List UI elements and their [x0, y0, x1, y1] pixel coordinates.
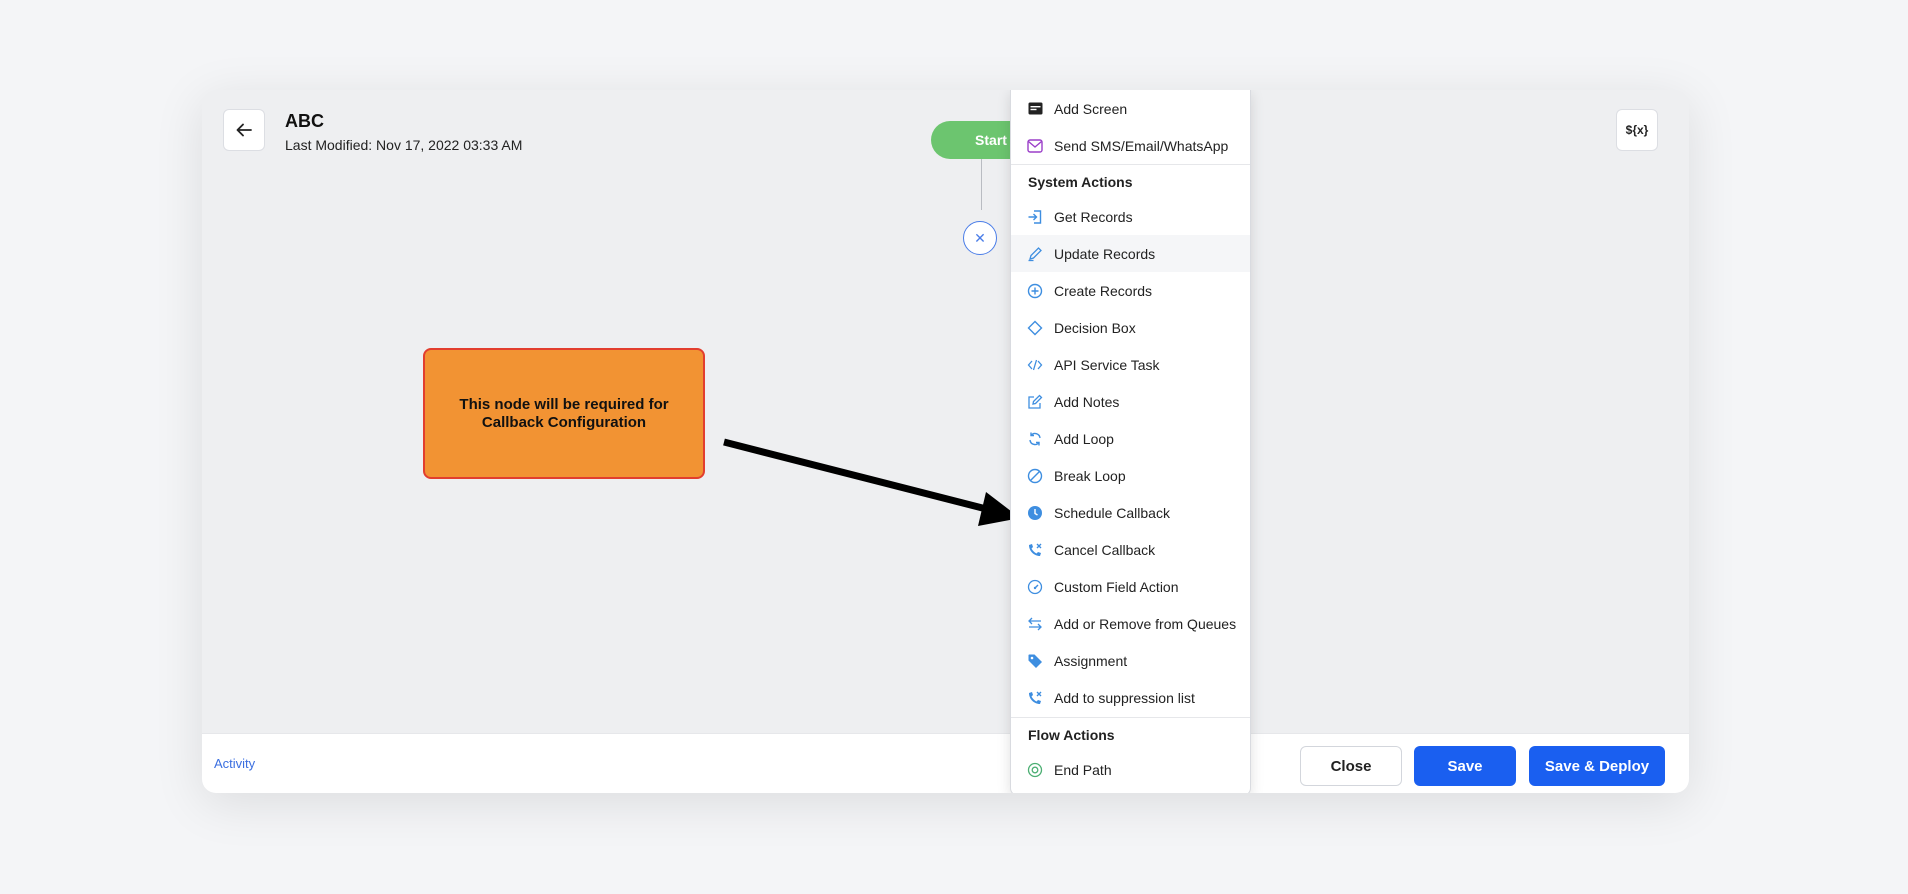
note-icon: [1027, 394, 1043, 410]
save-button[interactable]: Save: [1414, 746, 1516, 786]
loop-icon: [1027, 431, 1043, 447]
menu-item-label: Add Notes: [1054, 393, 1120, 410]
menu-item-label: Decision Box: [1054, 319, 1136, 336]
menu-item-decision-box[interactable]: Decision Box: [1011, 309, 1250, 346]
menu-item-label: Create Records: [1054, 282, 1153, 299]
menu-item-label: Update Records: [1054, 245, 1156, 262]
login-icon: [1027, 209, 1043, 225]
annotation-arrow-icon: [723, 438, 1020, 526]
swap-icon: [1027, 616, 1043, 632]
menu-divider: [1011, 164, 1250, 165]
menu-item-update-records[interactable]: Update Records: [1011, 235, 1250, 272]
menu-item-schedule-callback[interactable]: Schedule Callback: [1011, 494, 1250, 531]
system-actions-heading: System Actions: [1028, 174, 1133, 190]
menu-item-label: Add or Remove from Queues: [1054, 615, 1237, 632]
tag-icon: [1027, 653, 1043, 669]
diamond-icon: [1027, 320, 1043, 336]
menu-item-label: Get Records: [1054, 208, 1133, 225]
clock-icon: [1027, 505, 1043, 521]
menu-item-end-path[interactable]: End Path: [1011, 751, 1250, 788]
menu-divider: [1011, 717, 1250, 718]
menu-item-label: Cancel Callback: [1054, 541, 1156, 558]
end-circle-icon: [1027, 762, 1043, 778]
ban-icon: [1027, 468, 1043, 484]
add-node-menu: Add Screen Send SMS/Email/WhatsApp Syste…: [1010, 90, 1251, 793]
phone-cancel-icon: [1027, 690, 1043, 706]
menu-item-label: Add Loop: [1054, 430, 1114, 447]
menu-item-cancel-callback[interactable]: Cancel Callback: [1011, 531, 1250, 568]
menu-item-label: Break Loop: [1054, 467, 1126, 484]
menu-item-add-screen[interactable]: Add Screen: [1011, 90, 1250, 127]
menu-item-label: Assignment: [1054, 652, 1128, 669]
menu-item-add-loop[interactable]: Add Loop: [1011, 420, 1250, 457]
code-icon: [1027, 357, 1043, 373]
menu-item-custom-field-action[interactable]: Custom Field Action: [1011, 568, 1250, 605]
flow-actions-heading: Flow Actions: [1028, 727, 1115, 743]
menu-item-break-loop[interactable]: Break Loop: [1011, 457, 1250, 494]
menu-item-label: End Path: [1054, 761, 1112, 778]
menu-item-label: Add Screen: [1054, 100, 1128, 117]
menu-item-add-remove-queues[interactable]: Add or Remove from Queues: [1011, 605, 1250, 642]
footer-bar: Activity Close Save Save & Deploy: [202, 733, 1689, 793]
menu-item-get-records[interactable]: Get Records: [1011, 198, 1250, 235]
screen-icon: [1027, 101, 1043, 117]
menu-item-assignment[interactable]: Assignment: [1011, 642, 1250, 679]
menu-item-label: Custom Field Action: [1054, 578, 1179, 595]
menu-item-label: Schedule Callback: [1054, 504, 1170, 521]
menu-item-label: Add to suppression list: [1054, 689, 1195, 706]
plus-circle-icon: [1027, 283, 1043, 299]
message-icon: [1027, 138, 1043, 154]
gauge-icon: [1027, 579, 1043, 595]
menu-item-add-notes[interactable]: Add Notes: [1011, 383, 1250, 420]
save-deploy-button[interactable]: Save & Deploy: [1529, 746, 1665, 786]
phone-cancel-icon: [1027, 542, 1043, 558]
menu-item-api-service-task[interactable]: API Service Task: [1011, 346, 1250, 383]
menu-item-create-records[interactable]: Create Records: [1011, 272, 1250, 309]
menu-item-add-suppression-list[interactable]: Add to suppression list: [1011, 679, 1250, 716]
pencil-icon: [1027, 246, 1043, 262]
menu-item-label: Send SMS/Email/WhatsApp: [1054, 137, 1229, 154]
activity-link[interactable]: Activity: [214, 756, 255, 771]
menu-item-send-message[interactable]: Send SMS/Email/WhatsApp: [1011, 127, 1250, 164]
close-button[interactable]: Close: [1300, 746, 1402, 786]
menu-item-label: API Service Task: [1054, 356, 1160, 373]
flow-builder-window: ABC Last Modified: Nov 17, 2022 03:33 AM…: [202, 90, 1689, 793]
